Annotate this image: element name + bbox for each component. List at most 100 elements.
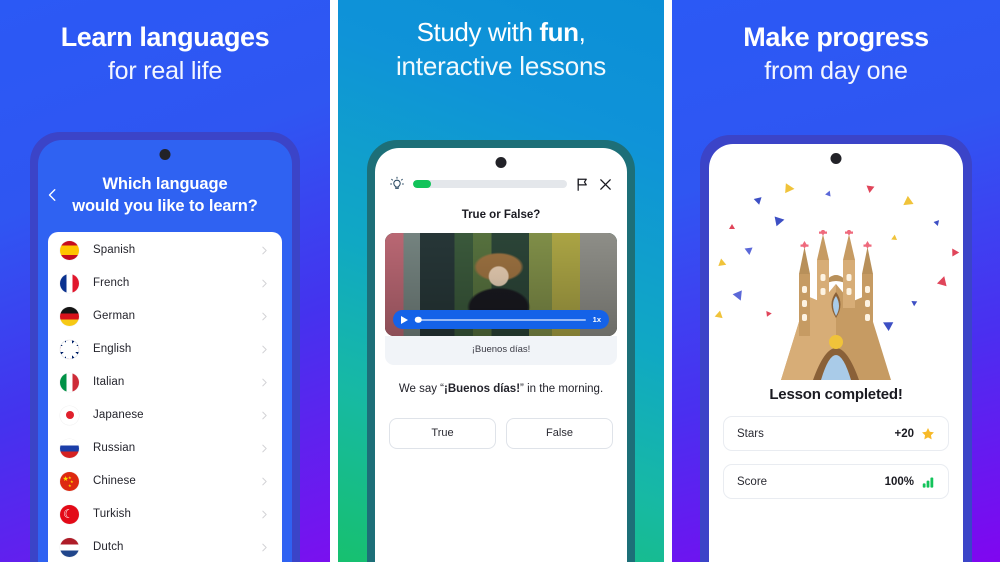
language-name: Dutch: [93, 541, 124, 554]
panel1-headline: Learn languages for real life: [0, 22, 330, 87]
chevron-right-icon[interactable]: [260, 246, 269, 255]
flag-spain-icon: [60, 240, 79, 260]
language-picker-title-line2: would you like to learn?: [72, 196, 258, 215]
confetti-piece: [744, 247, 753, 256]
answer-button-false[interactable]: False: [506, 417, 613, 449]
language-row-english[interactable]: English: [48, 333, 282, 366]
video-scrubber-handle[interactable]: [415, 316, 422, 323]
language-row-italian[interactable]: Italian: [48, 366, 282, 399]
star-icon: [921, 427, 935, 441]
flag-report-icon[interactable]: [575, 177, 590, 192]
app-store-screenshot-set: Learn languages for real life Which lang…: [0, 0, 1000, 562]
lesson-complete-title: Lesson completed!: [769, 386, 903, 403]
language-name: Italian: [93, 376, 125, 389]
chevron-right-icon[interactable]: [260, 543, 269, 552]
stat-row-stars: Stars +20: [723, 416, 949, 451]
language-row-turkish[interactable]: Turkish: [48, 498, 282, 531]
language-picker-title-line1: Which language: [102, 175, 228, 193]
confetti-piece: [866, 185, 875, 194]
confetti-piece: [774, 214, 786, 227]
lesson-statement: We say “¡Buenos días!” in the morning.: [397, 381, 605, 398]
language-list: Spanish French German English Italian Japanes…: [48, 231, 282, 562]
flag-uk-icon: [60, 339, 79, 359]
panel-make-progress: Make progress from day one Lesson comple…: [672, 0, 1000, 562]
flag-italy-icon: [60, 372, 79, 392]
statement-phrase: ¡Buenos días!: [444, 383, 521, 395]
panel3-headline-line1: Make progress: [743, 22, 929, 52]
confetti-piece: [785, 183, 796, 194]
confetti-piece: [729, 224, 736, 229]
flag-japan-icon: [60, 405, 79, 425]
panel2-headline: Study with fun, interactive lessons: [338, 17, 664, 82]
chevron-right-icon[interactable]: [260, 345, 269, 354]
language-row-spanish[interactable]: Spanish: [48, 234, 282, 267]
flag-russia-icon: [60, 438, 79, 458]
chevron-left-icon[interactable]: [46, 188, 60, 202]
panel2-headline-bold: fun: [539, 17, 579, 47]
panel3-headline: Make progress from day one: [672, 22, 1000, 87]
lightbulb-icon[interactable]: [389, 176, 405, 192]
language-name: Japanese: [93, 409, 144, 422]
language-row-dutch[interactable]: Dutch: [48, 531, 282, 562]
language-row-japanese[interactable]: Japanese: [48, 399, 282, 432]
confetti-piece: [932, 219, 939, 226]
language-name: Spanish: [93, 244, 136, 257]
chevron-right-icon[interactable]: [260, 444, 269, 453]
answer-buttons: True False: [375, 398, 627, 449]
panel2-headline-line1: Study with fun,: [352, 17, 650, 48]
language-name: German: [93, 310, 136, 323]
stat-row-score: Score 100%: [723, 464, 949, 499]
flag-germany-icon: [60, 306, 79, 326]
sagrada-familia-icon: [761, 228, 911, 380]
confetti-piece: [733, 290, 746, 303]
language-row-russian[interactable]: Russian: [48, 432, 282, 465]
chevron-right-icon[interactable]: [260, 510, 269, 519]
lesson-video-player[interactable]: 1x: [385, 233, 617, 336]
confetti-piece: [949, 246, 960, 257]
language-name: Russian: [93, 442, 136, 455]
confetti-piece: [900, 195, 914, 210]
language-row-french[interactable]: French: [48, 267, 282, 300]
panel-learn-languages: Learn languages for real life Which lang…: [0, 0, 330, 562]
panel2-headline-suffix: ,: [578, 17, 586, 47]
phone-mockup-2: True or False? 1x ¡Buenos días! We say “…: [367, 140, 635, 562]
panel2-headline-line2: interactive lessons: [395, 50, 607, 81]
confetti-piece: [824, 190, 833, 199]
panel-study-with-fun: Study with fun, interactive lessons True…: [338, 0, 664, 562]
statement-prefix: We say “: [398, 383, 444, 395]
confetti-piece: [936, 274, 949, 287]
phone-screen-lesson-complete: Lesson completed! Stars +20 Score 100%: [709, 144, 963, 562]
video-scrubber[interactable]: [415, 316, 586, 323]
camera-dot-icon: [495, 157, 507, 168]
chevron-right-icon[interactable]: [260, 279, 269, 288]
chevron-right-icon[interactable]: [260, 378, 269, 387]
confetti-piece: [713, 310, 723, 321]
language-row-german[interactable]: German: [48, 300, 282, 333]
panel3-headline-line2: from day one: [764, 56, 908, 85]
language-name: English: [93, 343, 132, 356]
video-controls[interactable]: 1x: [393, 310, 609, 329]
phone-screen-lesson: True or False? 1x ¡Buenos días! We say “…: [375, 148, 627, 562]
stat-value-score: 100%: [884, 475, 914, 488]
answer-button-true[interactable]: True: [389, 417, 496, 449]
flag-china-icon: ★ ★ ★ ★: [60, 471, 79, 491]
language-row-chinese[interactable]: ★ ★ ★ ★ Chinese: [48, 465, 282, 498]
lesson-progress-bar: [413, 180, 567, 188]
lesson-progress-fill: [413, 180, 432, 188]
panel2-headline-prefix: Study with: [416, 17, 540, 47]
bar-chart-icon: [921, 475, 935, 489]
lesson-toolbar: [375, 148, 627, 192]
stat-label-score: Score: [737, 475, 768, 488]
flag-france-icon: [60, 273, 79, 293]
camera-dot-icon: [159, 149, 171, 160]
chevron-right-icon[interactable]: [260, 312, 269, 321]
stat-value-stars: +20: [894, 427, 914, 440]
chevron-right-icon[interactable]: [260, 411, 269, 420]
stat-label-stars: Stars: [737, 427, 764, 440]
close-icon[interactable]: [598, 177, 613, 192]
confetti-piece: [911, 298, 919, 307]
play-icon[interactable]: [401, 315, 408, 324]
chevron-right-icon[interactable]: [260, 477, 269, 486]
playback-speed-label[interactable]: 1x: [593, 315, 601, 324]
statement-suffix: ” in the morning.: [520, 383, 604, 395]
